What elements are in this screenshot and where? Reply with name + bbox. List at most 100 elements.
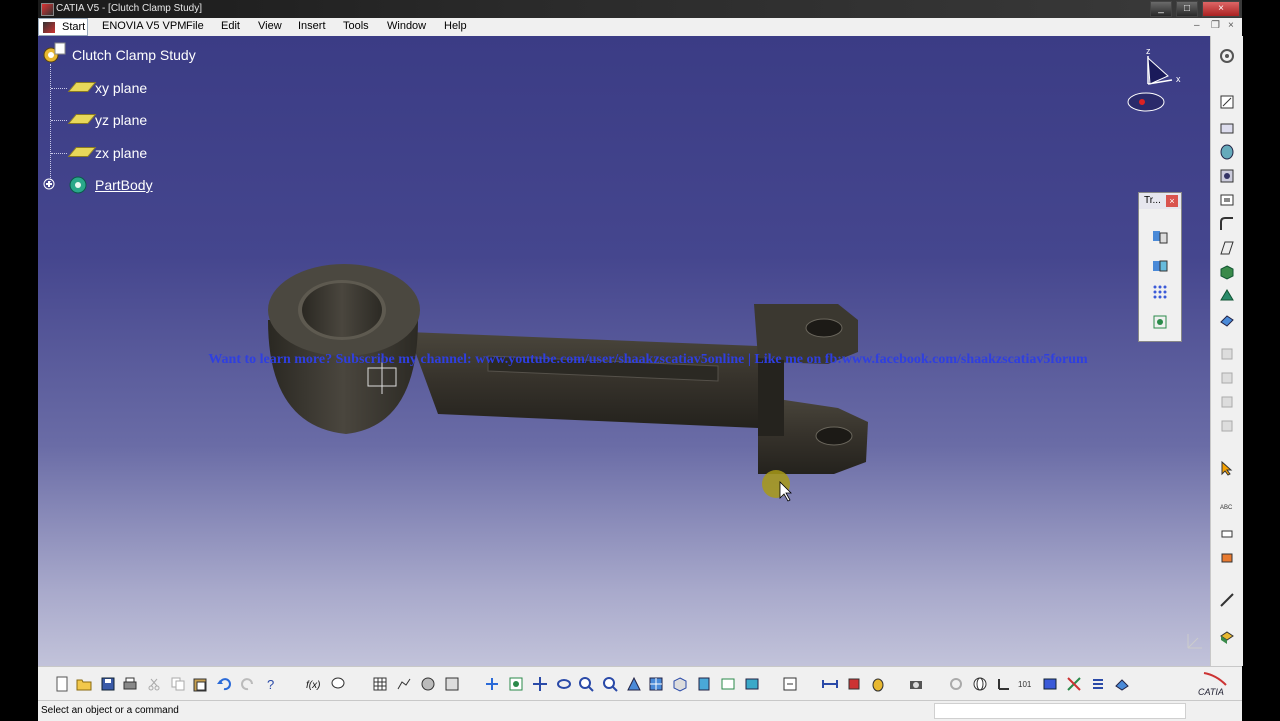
shaft-icon[interactable]: [1219, 144, 1235, 160]
shell-icon[interactable]: [1219, 288, 1235, 304]
menu-view[interactable]: View: [258, 20, 282, 32]
redo-icon[interactable]: [240, 676, 256, 692]
layers-icon[interactable]: [1042, 676, 1058, 692]
update-icon[interactable]: [782, 676, 798, 692]
right-toolbar: ABC: [1210, 36, 1243, 666]
help-icon[interactable]: ?: [264, 676, 280, 692]
tree-root-label[interactable]: Clutch Clamp Study: [72, 47, 196, 63]
table-icon[interactable]: [372, 676, 388, 692]
palette-close-button[interactable]: ×: [1166, 195, 1178, 207]
refresh-icon[interactable]: [948, 676, 964, 692]
zoom-in-icon[interactable]: [578, 676, 594, 692]
pattern-icon[interactable]: [1151, 283, 1169, 301]
menu-insert[interactable]: Insert: [298, 20, 326, 32]
translation-icon[interactable]: [1151, 227, 1169, 245]
measure-icon[interactable]: [1219, 592, 1235, 608]
svg-text:?: ?: [267, 677, 274, 692]
capture-icon[interactable]: [908, 676, 924, 692]
solid-icon[interactable]: [1219, 264, 1235, 280]
menu-file[interactable]: File: [186, 20, 204, 32]
pocket-icon[interactable]: [1219, 192, 1235, 208]
minimize-button[interactable]: _: [1150, 1, 1172, 17]
fillet-icon[interactable]: [1219, 216, 1235, 232]
maximize-button[interactable]: □: [1176, 1, 1198, 17]
formula-icon[interactable]: f(x): [306, 676, 322, 692]
close-surface-icon[interactable]: [1219, 394, 1235, 410]
measure-item-icon[interactable]: [846, 676, 862, 692]
draft-icon[interactable]: [1219, 240, 1235, 256]
transformations-palette[interactable]: Tr... ×: [1138, 192, 1182, 342]
tree-connector: [50, 64, 51, 182]
thickness-icon[interactable]: [1219, 312, 1235, 328]
thick-surface-icon[interactable]: [1219, 370, 1235, 386]
status-message: Select an object or a command: [41, 705, 179, 716]
options-icon[interactable]: [1090, 676, 1106, 692]
tree-item-partbody[interactable]: PartBody: [95, 177, 153, 193]
tree-item-yz-plane[interactable]: yz plane: [95, 112, 147, 128]
command-input[interactable]: [934, 703, 1186, 719]
new-file-icon[interactable]: [54, 676, 70, 692]
fit-all-icon[interactable]: [508, 676, 524, 692]
menu-window[interactable]: Window: [387, 20, 426, 32]
catia-logo-icon: CATIA: [1198, 672, 1227, 697]
paste-icon[interactable]: [192, 676, 208, 692]
catalog-icon[interactable]: [420, 676, 436, 692]
sketch-icon[interactable]: [1219, 94, 1235, 110]
web-icon[interactable]: [972, 676, 988, 692]
multi-viewport-icon[interactable]: [648, 676, 664, 692]
menu-enovia[interactable]: ENOVIA V5 VPM: [102, 20, 186, 32]
fly-mode-icon[interactable]: [484, 676, 500, 692]
undo-icon[interactable]: [216, 676, 232, 692]
eraser-icon[interactable]: [1114, 676, 1130, 692]
doc-minimize-button[interactable]: –: [1194, 20, 1200, 31]
tree-item-zx-plane[interactable]: zx plane: [95, 145, 147, 161]
swap-space-icon[interactable]: [744, 676, 760, 692]
annotation-icon[interactable]: ABC: [1219, 500, 1235, 516]
constraint-icon[interactable]: [1219, 550, 1235, 566]
plane-icon: [67, 114, 97, 124]
hide-show-icon[interactable]: [720, 676, 736, 692]
shading-icon[interactable]: [696, 676, 712, 692]
copy-icon[interactable]: [170, 676, 186, 692]
start-menu-button[interactable]: Start: [38, 18, 88, 36]
axis-system-icon[interactable]: [996, 676, 1012, 692]
palette-header[interactable]: Tr... ×: [1139, 193, 1181, 209]
rotation-icon[interactable]: [1151, 257, 1169, 275]
graph-icon[interactable]: [396, 676, 412, 692]
pan-icon[interactable]: [532, 676, 548, 692]
sew-surface-icon[interactable]: [1219, 418, 1235, 434]
open-folder-icon[interactable]: [76, 676, 92, 692]
split-icon[interactable]: [1219, 346, 1235, 362]
select-arrow-icon[interactable]: [1219, 460, 1235, 476]
rotate-view-icon[interactable]: [556, 676, 572, 692]
doc-close-button[interactable]: ×: [1228, 20, 1234, 31]
measure-between-icon[interactable]: [822, 676, 838, 692]
multi-view-icon[interactable]: [444, 676, 460, 692]
doc-restore-button[interactable]: ❐: [1211, 20, 1220, 31]
cut-icon[interactable]: [146, 676, 162, 692]
menu-tools[interactable]: Tools: [343, 20, 369, 32]
iso-view-icon[interactable]: [672, 676, 688, 692]
measure-inertia-icon[interactable]: [870, 676, 886, 692]
knowledge-icon[interactable]: [330, 676, 346, 692]
normal-view-icon[interactable]: [626, 676, 642, 692]
pad-icon[interactable]: [1219, 120, 1235, 136]
tree-item-xy-plane[interactable]: xy plane: [95, 80, 147, 96]
zoom-out-icon[interactable]: [602, 676, 618, 692]
menu-help[interactable]: Help: [444, 20, 467, 32]
reference-element-icon[interactable]: [1219, 526, 1235, 542]
close-button[interactable]: ×: [1202, 1, 1240, 17]
save-icon[interactable]: [100, 676, 116, 692]
menu-edit[interactable]: Edit: [221, 20, 240, 32]
print-icon[interactable]: [122, 676, 138, 692]
tools-icon[interactable]: [1066, 676, 1082, 692]
compass-widget[interactable]: z x: [1120, 44, 1190, 116]
material-icon[interactable]: [1219, 630, 1235, 646]
hole-icon[interactable]: [1219, 168, 1235, 184]
3d-viewport[interactable]: Clutch Clamp Study xy plane yz plane zx …: [38, 36, 1210, 666]
mouse-cursor-icon: [762, 470, 792, 502]
part-icon[interactable]: [41, 42, 67, 66]
scaling-icon[interactable]: [1151, 313, 1169, 331]
dimension-icon[interactable]: 101: [1018, 676, 1034, 692]
gear-icon[interactable]: [1219, 48, 1235, 64]
